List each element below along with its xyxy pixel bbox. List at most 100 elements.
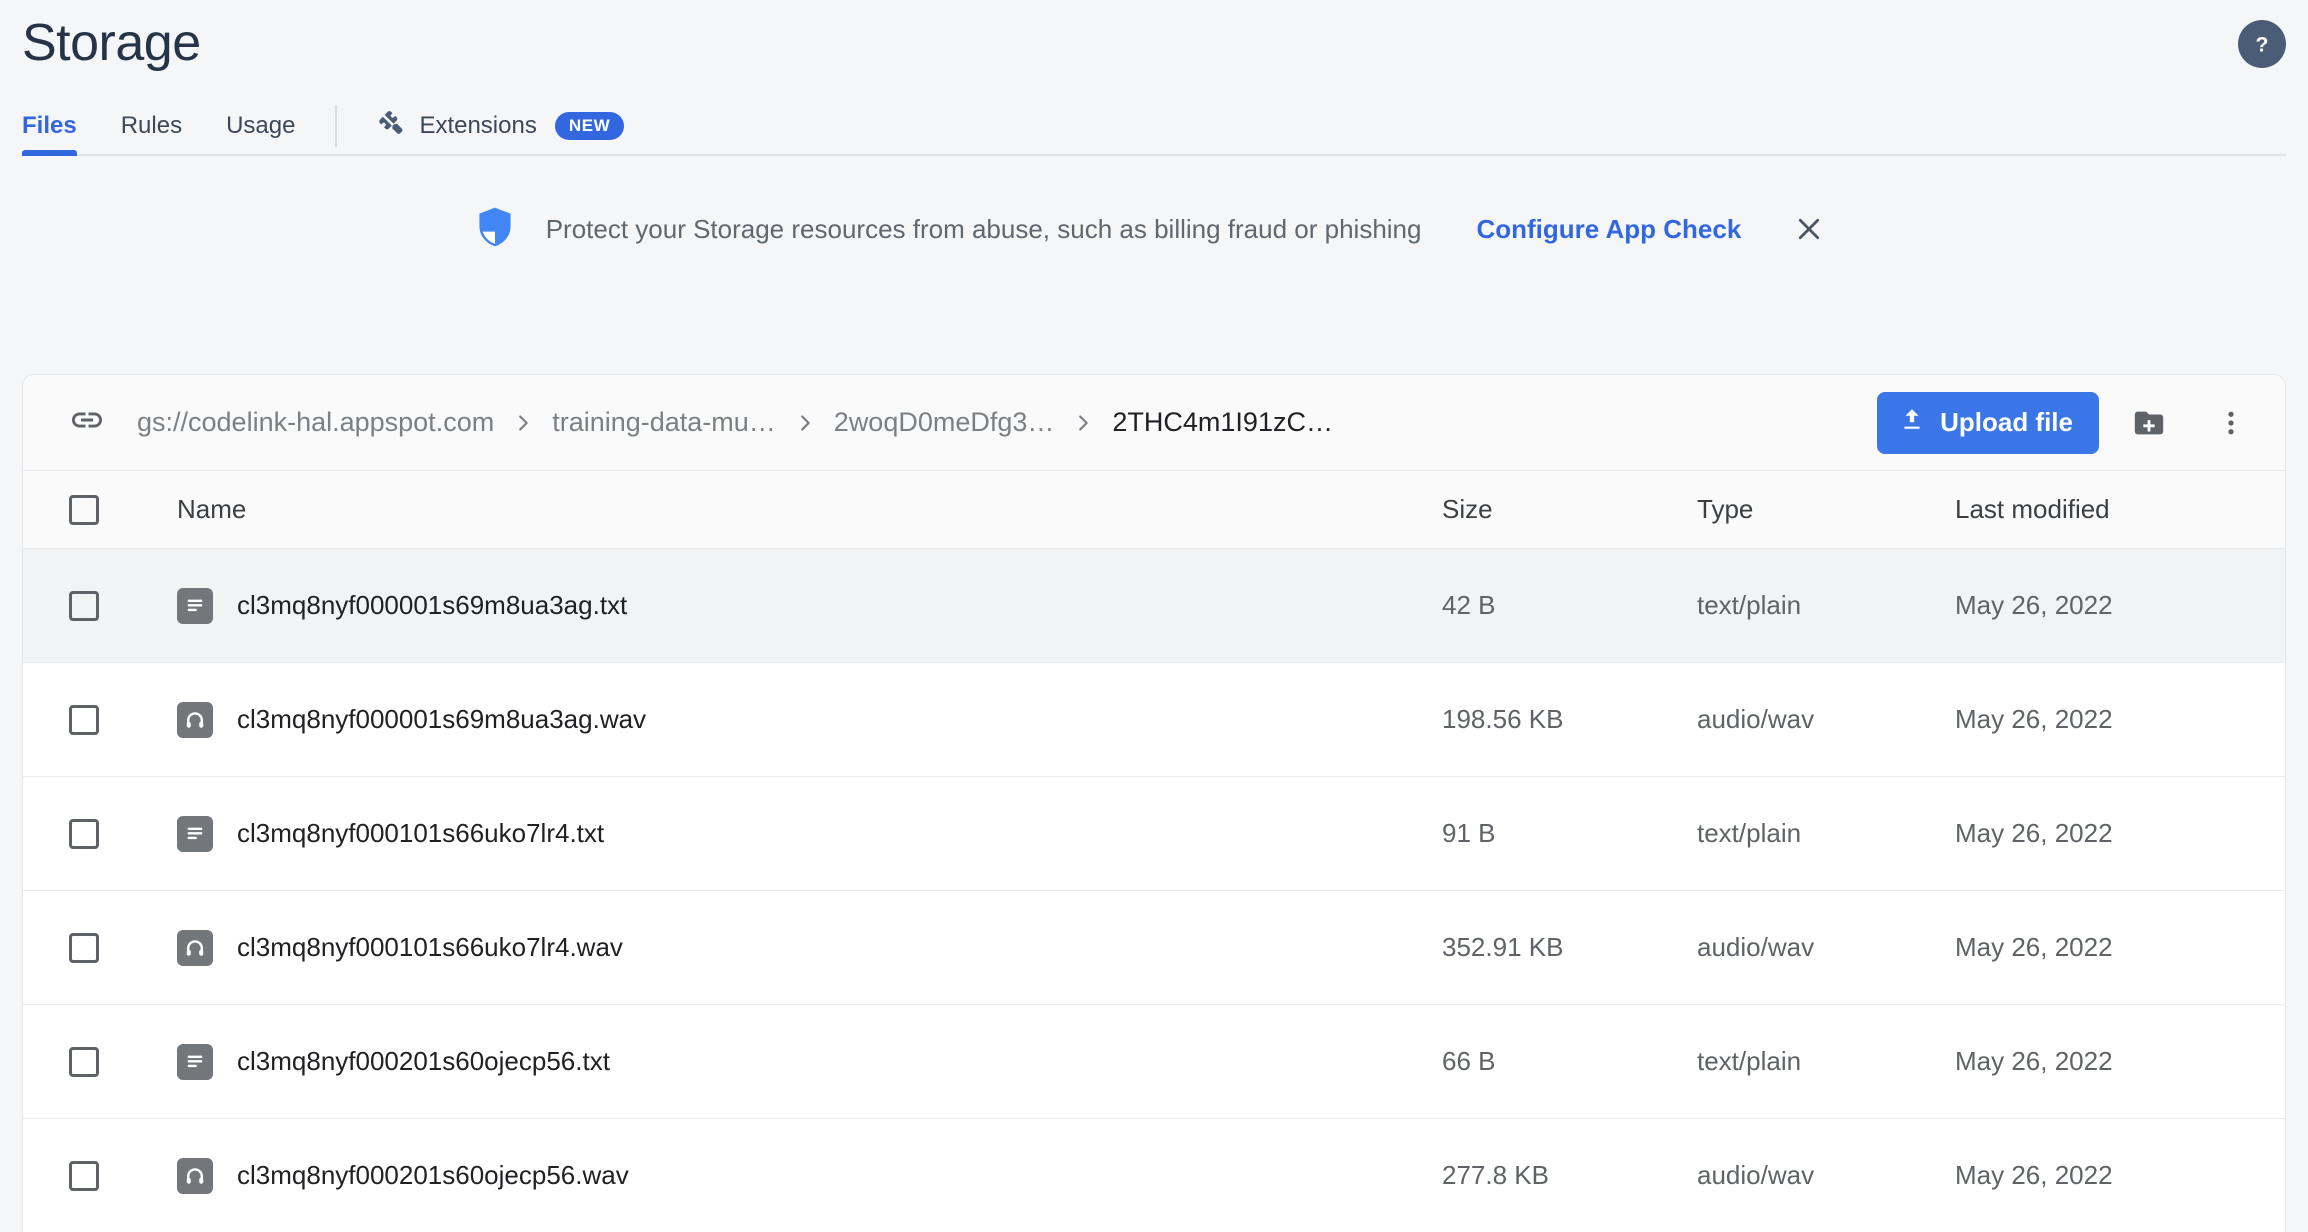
table-row[interactable]: cl3mq8nyf000001s69m8ua3ag.txt 42 B text/… <box>23 549 2285 663</box>
chevron-right-icon <box>794 412 816 434</box>
table-row[interactable]: cl3mq8nyf000201s60ojecp56.wav 277.8 KB a… <box>23 1119 2285 1232</box>
row-type-cell: audio/wav <box>1697 932 1815 962</box>
tab-files-label: Files <box>22 112 77 139</box>
tab-rules-label: Rules <box>120 112 183 139</box>
row-modified-cell: May 26, 2022 <box>1955 932 2113 962</box>
close-icon[interactable] <box>1787 207 1831 251</box>
row-name-cell: cl3mq8nyf000001s69m8ua3ag.txt <box>123 587 1442 624</box>
row-select-cell <box>23 1160 123 1191</box>
row-name-cell: cl3mq8nyf000201s60ojecp56.wav <box>123 1157 1442 1194</box>
column-header-last-modified[interactable]: Last modified <box>1955 494 2285 525</box>
table-row[interactable]: cl3mq8nyf000201s60ojecp56.txt 66 B text/… <box>23 1005 2285 1119</box>
app-check-banner: Protect your Storage resources from abus… <box>0 189 2308 269</box>
help-circle-icon[interactable]: ? <box>2238 20 2286 68</box>
row-size-cell: 277.8 KB <box>1442 1160 1549 1190</box>
tab-extensions-label: Extensions <box>419 112 537 139</box>
breadcrumb: gs://codelink-hal.appspot.com training-d… <box>137 407 1877 438</box>
column-header-type[interactable]: Type <box>1697 494 1955 525</box>
column-header-size[interactable]: Size <box>1442 494 1697 525</box>
storage-page: Storage ? Files Rules Usage Extensions N… <box>0 0 2308 1232</box>
page-title: Storage <box>22 14 201 72</box>
row-select-cell <box>23 932 123 963</box>
status-badge: NEW <box>554 112 625 140</box>
upload-file-button[interactable]: Upload file <box>1877 391 2099 454</box>
row-modified-cell: May 26, 2022 <box>1955 704 2113 734</box>
tab-files[interactable]: Files <box>22 96 99 156</box>
select-all-checkbox[interactable] <box>69 494 99 525</box>
file-browser-card: gs://codelink-hal.appspot.com training-d… <box>22 374 2286 1232</box>
upload-icon <box>1899 406 1925 439</box>
row-size-cell: 352.91 KB <box>1442 932 1564 962</box>
more-vert-icon[interactable] <box>2199 391 2263 455</box>
audio-file-icon <box>177 929 213 966</box>
row-checkbox[interactable] <box>69 1046 99 1077</box>
row-name-cell: cl3mq8nyf000201s60ojecp56.txt <box>123 1043 1442 1080</box>
file-name-link[interactable]: cl3mq8nyf000201s60ojecp56.wav <box>237 1160 629 1191</box>
audio-file-icon <box>177 701 213 738</box>
chevron-right-icon <box>1072 412 1094 434</box>
text-file-icon <box>177 587 213 624</box>
row-checkbox[interactable] <box>69 818 99 849</box>
row-modified-cell: May 26, 2022 <box>1955 590 2113 620</box>
table-row[interactable]: cl3mq8nyf000101s66uko7lr4.wav 352.91 KB … <box>23 891 2285 1005</box>
folder-add-icon[interactable] <box>2117 391 2181 455</box>
breadcrumb-item-bucket[interactable]: gs://codelink-hal.appspot.com <box>137 407 494 438</box>
row-size-cell: 198.56 KB <box>1442 704 1564 734</box>
puzzle-icon <box>377 109 405 144</box>
row-modified-cell: May 26, 2022 <box>1955 818 2113 848</box>
file-name-link[interactable]: cl3mq8nyf000101s66uko7lr4.txt <box>237 818 604 849</box>
file-name-link[interactable]: cl3mq8nyf000201s60ojecp56.txt <box>237 1046 610 1077</box>
breadcrumb-item-current: 2THC4m1I91zC… <box>1112 407 1333 437</box>
select-all-cell <box>23 494 123 525</box>
row-select-cell <box>23 818 123 849</box>
row-select-cell <box>23 590 123 621</box>
toolbar-actions: Upload file <box>1877 391 2263 455</box>
banner-message: Protect your Storage resources from abus… <box>545 213 1422 244</box>
row-size-cell: 42 B <box>1442 590 1496 620</box>
row-modified-cell: May 26, 2022 <box>1955 1160 2113 1190</box>
row-name-cell: cl3mq8nyf000001s69m8ua3ag.wav <box>123 701 1442 738</box>
row-size-cell: 66 B <box>1442 1046 1496 1076</box>
row-name-cell: cl3mq8nyf000101s66uko7lr4.wav <box>123 929 1442 966</box>
tab-divider <box>335 105 338 147</box>
file-name-link[interactable]: cl3mq8nyf000001s69m8ua3ag.wav <box>237 704 646 735</box>
file-table: Name Size Type Last modified cl3mq8nyf00… <box>23 471 2285 1232</box>
text-file-icon <box>177 1043 213 1080</box>
audio-file-icon <box>177 1157 213 1194</box>
table-row[interactable]: cl3mq8nyf000101s66uko7lr4.txt 91 B text/… <box>23 777 2285 891</box>
row-type-cell: text/plain <box>1697 1046 1802 1076</box>
shield-icon <box>477 207 513 252</box>
row-type-cell: audio/wav <box>1697 704 1815 734</box>
tab-usage-label: Usage <box>226 112 296 139</box>
file-name-link[interactable]: cl3mq8nyf000001s69m8ua3ag.txt <box>237 590 627 621</box>
row-checkbox[interactable] <box>69 704 99 735</box>
tab-usage[interactable]: Usage <box>204 96 317 156</box>
row-name-cell: cl3mq8nyf000101s66uko7lr4.txt <box>123 815 1442 852</box>
column-header-name[interactable]: Name <box>123 494 1442 525</box>
tab-extensions[interactable]: Extensions NEW <box>355 96 646 156</box>
breadcrumb-bar: gs://codelink-hal.appspot.com training-d… <box>23 375 2285 471</box>
table-row[interactable]: cl3mq8nyf000001s69m8ua3ag.wav 198.56 KB … <box>23 663 2285 777</box>
table-header-row: Name Size Type Last modified <box>23 471 2285 549</box>
upload-file-label: Upload file <box>1940 407 2073 437</box>
tab-rules[interactable]: Rules <box>99 96 204 156</box>
row-checkbox[interactable] <box>69 932 99 963</box>
row-type-cell: text/plain <box>1697 818 1802 848</box>
row-size-cell: 91 B <box>1442 818 1496 848</box>
tab-bar: Files Rules Usage Extensions NEW <box>0 96 2308 156</box>
breadcrumb-item-folder-2[interactable]: 2woqD0meDfg3… <box>834 407 1055 438</box>
text-file-icon <box>177 815 213 852</box>
file-name-link[interactable]: cl3mq8nyf000101s66uko7lr4.wav <box>237 932 623 963</box>
link-icon[interactable] <box>69 402 105 443</box>
row-checkbox[interactable] <box>69 590 99 621</box>
row-modified-cell: May 26, 2022 <box>1955 1046 2113 1076</box>
row-select-cell <box>23 704 123 735</box>
chevron-right-icon <box>512 412 534 434</box>
configure-app-check-link[interactable]: Configure App Check <box>1476 214 1741 245</box>
breadcrumb-item-folder-1[interactable]: training-data-mu… <box>552 407 776 438</box>
page-header: Storage ? <box>0 0 2308 69</box>
row-type-cell: audio/wav <box>1697 1160 1815 1190</box>
svg-text:?: ? <box>2256 33 2269 57</box>
row-select-cell <box>23 1046 123 1077</box>
row-checkbox[interactable] <box>69 1160 99 1191</box>
